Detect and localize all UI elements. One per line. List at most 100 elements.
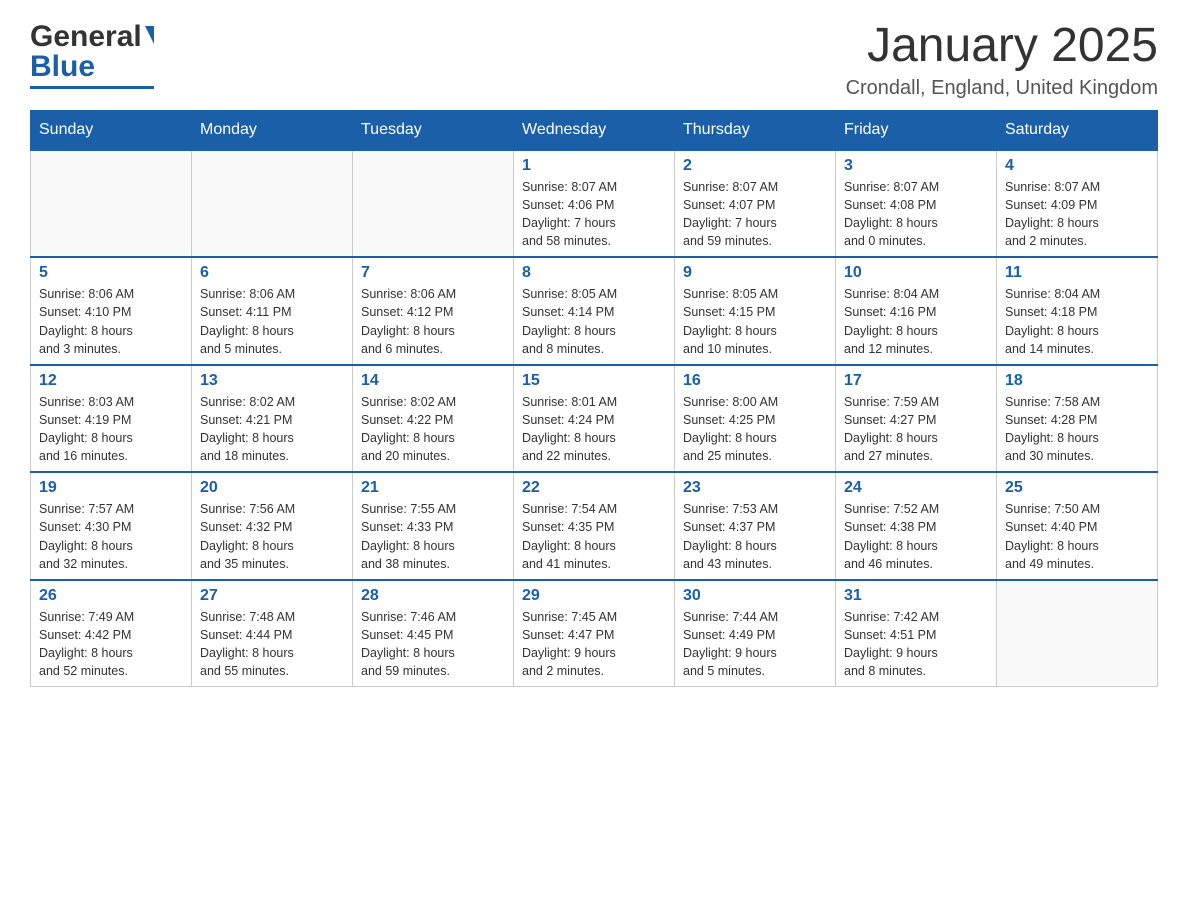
calendar-cell: 19Sunrise: 7:57 AM Sunset: 4:30 PM Dayli… bbox=[31, 472, 192, 580]
day-number: 3 bbox=[844, 157, 988, 175]
day-info: Sunrise: 8:01 AM Sunset: 4:24 PM Dayligh… bbox=[522, 395, 617, 463]
day-info: Sunrise: 7:59 AM Sunset: 4:27 PM Dayligh… bbox=[844, 395, 939, 463]
day-info: Sunrise: 7:44 AM Sunset: 4:49 PM Dayligh… bbox=[683, 610, 778, 678]
day-number: 31 bbox=[844, 587, 988, 605]
week-row-3: 12 Sunrise: 8:03 AM Sunset: 4:19 PM Dayli… bbox=[31, 365, 1158, 473]
calendar-cell: 16 Sunrise: 8:00 AM Sunset: 4:25 PM Dayli… bbox=[675, 365, 836, 473]
calendar-cell bbox=[997, 580, 1158, 687]
header-cell-sunday: Sunday bbox=[31, 110, 192, 150]
logo-general-text: General bbox=[30, 20, 142, 54]
day-number: 15 bbox=[522, 372, 666, 390]
day-info: Sunrise: 7:45 AM Sunset: 4:47 PM Dayligh… bbox=[522, 610, 617, 678]
week-row-2: 5 Sunrise: 8:06 AM Sunset: 4:10 PM Daylig… bbox=[31, 257, 1158, 365]
day-number: 17 bbox=[844, 372, 988, 390]
day-number: 13 bbox=[200, 372, 344, 390]
day-info: Sunrise: 8:04 AM Sunset: 4:16 PM Dayligh… bbox=[844, 287, 939, 355]
day-number: 28 bbox=[361, 587, 505, 605]
calendar-cell: 12 Sunrise: 8:03 AM Sunset: 4:19 PM Dayli… bbox=[31, 365, 192, 473]
day-number: 10 bbox=[844, 264, 988, 282]
logo-triangle-icon bbox=[145, 26, 154, 44]
day-number: 30 bbox=[683, 587, 827, 605]
header-cell-tuesday: Tuesday bbox=[353, 110, 514, 150]
day-info: Sunrise: 8:06 AM Sunset: 4:12 PM Dayligh… bbox=[361, 287, 456, 355]
header-cell-thursday: Thursday bbox=[675, 110, 836, 150]
day-number: 22 bbox=[522, 479, 666, 497]
day-info: Sunrise: 8:06 AM Sunset: 4:11 PM Dayligh… bbox=[200, 287, 295, 355]
calendar-cell: 27 Sunrise: 7:48 AM Sunset: 4:44 PM Dayli… bbox=[192, 580, 353, 687]
calendar-cell: 11 Sunrise: 8:04 AM Sunset: 4:18 PM Dayli… bbox=[997, 257, 1158, 365]
calendar-cell: 22 Sunrise: 7:54 AM Sunset: 4:35 PM Dayli… bbox=[514, 472, 675, 580]
week-row-4: 19Sunrise: 7:57 AM Sunset: 4:30 PM Dayli… bbox=[31, 472, 1158, 580]
day-info: Sunrise: 8:00 AM Sunset: 4:25 PM Dayligh… bbox=[683, 395, 778, 463]
day-number: 11 bbox=[1005, 264, 1149, 282]
day-info: Sunrise: 8:07 AM Sunset: 4:09 PM Dayligh… bbox=[1005, 180, 1100, 248]
day-info: Sunrise: 7:53 AM Sunset: 4:37 PM Dayligh… bbox=[683, 502, 778, 570]
header: General Blue January 2025 Crondall, Engl… bbox=[30, 20, 1158, 100]
calendar-cell: 24Sunrise: 7:52 AM Sunset: 4:38 PM Dayli… bbox=[836, 472, 997, 580]
calendar-cell bbox=[31, 150, 192, 258]
day-number: 7 bbox=[361, 264, 505, 282]
calendar-cell: 28 Sunrise: 7:46 AM Sunset: 4:45 PM Dayli… bbox=[353, 580, 514, 687]
day-number: 25 bbox=[1005, 479, 1149, 497]
day-info: Sunrise: 8:02 AM Sunset: 4:22 PM Dayligh… bbox=[361, 395, 456, 463]
header-cell-saturday: Saturday bbox=[997, 110, 1158, 150]
logo: General Blue bbox=[30, 20, 154, 89]
day-info: Sunrise: 7:54 AM Sunset: 4:35 PM Dayligh… bbox=[522, 502, 617, 570]
day-number: 16 bbox=[683, 372, 827, 390]
calendar-cell bbox=[353, 150, 514, 258]
calendar-cell: 15 Sunrise: 8:01 AM Sunset: 4:24 PM Dayli… bbox=[514, 365, 675, 473]
day-number: 4 bbox=[1005, 157, 1149, 175]
day-number: 9 bbox=[683, 264, 827, 282]
day-number: 18 bbox=[1005, 372, 1149, 390]
day-info: Sunrise: 7:58 AM Sunset: 4:28 PM Dayligh… bbox=[1005, 395, 1100, 463]
day-number: 1 bbox=[522, 157, 666, 175]
day-info: Sunrise: 8:05 AM Sunset: 4:14 PM Dayligh… bbox=[522, 287, 617, 355]
day-info: Sunrise: 7:42 AM Sunset: 4:51 PM Dayligh… bbox=[844, 610, 939, 678]
week-row-1: 1 Sunrise: 8:07 AM Sunset: 4:06 PM Daylig… bbox=[31, 150, 1158, 258]
calendar-cell: 29Sunrise: 7:45 AM Sunset: 4:47 PM Dayli… bbox=[514, 580, 675, 687]
calendar-cell: 8 Sunrise: 8:05 AM Sunset: 4:14 PM Daylig… bbox=[514, 257, 675, 365]
calendar-cell: 21Sunrise: 7:55 AM Sunset: 4:33 PM Dayli… bbox=[353, 472, 514, 580]
day-info: Sunrise: 8:02 AM Sunset: 4:21 PM Dayligh… bbox=[200, 395, 295, 463]
day-info: Sunrise: 7:56 AM Sunset: 4:32 PM Dayligh… bbox=[200, 502, 295, 570]
calendar-cell: 20 Sunrise: 7:56 AM Sunset: 4:32 PM Dayli… bbox=[192, 472, 353, 580]
calendar-cell: 1 Sunrise: 8:07 AM Sunset: 4:06 PM Daylig… bbox=[514, 150, 675, 258]
day-number: 19 bbox=[39, 479, 183, 497]
calendar-cell: 13 Sunrise: 8:02 AM Sunset: 4:21 PM Dayli… bbox=[192, 365, 353, 473]
day-number: 23 bbox=[683, 479, 827, 497]
day-number: 5 bbox=[39, 264, 183, 282]
day-info: Sunrise: 8:06 AM Sunset: 4:10 PM Dayligh… bbox=[39, 287, 134, 355]
calendar-cell: 2 Sunrise: 8:07 AM Sunset: 4:07 PM Daylig… bbox=[675, 150, 836, 258]
day-number: 2 bbox=[683, 157, 827, 175]
calendar-cell: 14Sunrise: 8:02 AM Sunset: 4:22 PM Dayli… bbox=[353, 365, 514, 473]
header-cell-monday: Monday bbox=[192, 110, 353, 150]
day-number: 27 bbox=[200, 587, 344, 605]
day-number: 12 bbox=[39, 372, 183, 390]
calendar-cell: 3Sunrise: 8:07 AM Sunset: 4:08 PM Daylig… bbox=[836, 150, 997, 258]
day-info: Sunrise: 8:05 AM Sunset: 4:15 PM Dayligh… bbox=[683, 287, 778, 355]
calendar-body: 1 Sunrise: 8:07 AM Sunset: 4:06 PM Daylig… bbox=[31, 150, 1158, 687]
day-number: 26 bbox=[39, 587, 183, 605]
logo-underline bbox=[30, 86, 154, 89]
calendar-cell: 17 Sunrise: 7:59 AM Sunset: 4:27 PM Dayli… bbox=[836, 365, 997, 473]
calendar-cell: 9 Sunrise: 8:05 AM Sunset: 4:15 PM Daylig… bbox=[675, 257, 836, 365]
subtitle: Crondall, England, United Kingdom bbox=[846, 77, 1158, 100]
day-number: 20 bbox=[200, 479, 344, 497]
day-info: Sunrise: 8:07 AM Sunset: 4:06 PM Dayligh… bbox=[522, 180, 617, 248]
week-row-5: 26Sunrise: 7:49 AM Sunset: 4:42 PM Dayli… bbox=[31, 580, 1158, 687]
calendar-cell: 10 Sunrise: 8:04 AM Sunset: 4:16 PM Dayli… bbox=[836, 257, 997, 365]
day-number: 6 bbox=[200, 264, 344, 282]
calendar-cell: 30 Sunrise: 7:44 AM Sunset: 4:49 PM Dayli… bbox=[675, 580, 836, 687]
day-info: Sunrise: 8:04 AM Sunset: 4:18 PM Dayligh… bbox=[1005, 287, 1100, 355]
day-number: 8 bbox=[522, 264, 666, 282]
day-info: Sunrise: 7:48 AM Sunset: 4:44 PM Dayligh… bbox=[200, 610, 295, 678]
day-info: Sunrise: 8:07 AM Sunset: 4:07 PM Dayligh… bbox=[683, 180, 778, 248]
day-number: 21 bbox=[361, 479, 505, 497]
day-info: Sunrise: 8:03 AM Sunset: 4:19 PM Dayligh… bbox=[39, 395, 134, 463]
day-info: Sunrise: 7:46 AM Sunset: 4:45 PM Dayligh… bbox=[361, 610, 456, 678]
calendar: SundayMondayTuesdayWednesdayThursdayFrid… bbox=[30, 110, 1158, 688]
calendar-cell: 6 Sunrise: 8:06 AM Sunset: 4:11 PM Daylig… bbox=[192, 257, 353, 365]
header-cell-friday: Friday bbox=[836, 110, 997, 150]
day-info: Sunrise: 7:50 AM Sunset: 4:40 PM Dayligh… bbox=[1005, 502, 1100, 570]
header-cell-wednesday: Wednesday bbox=[514, 110, 675, 150]
